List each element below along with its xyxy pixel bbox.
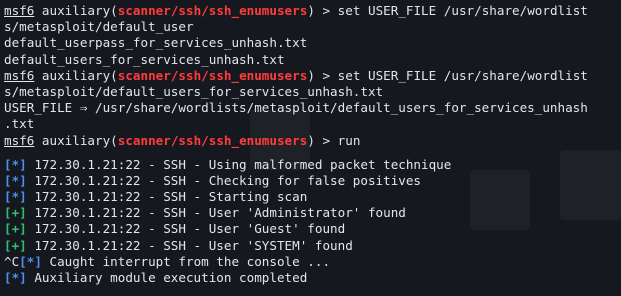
command-line: msf6 auxiliary(scanner/ssh/ssh_enumusers… [4, 3, 621, 19]
command-text: run [337, 132, 361, 148]
prompt-prefix: msf6 [4, 132, 35, 148]
success-tag: [+] [4, 221, 27, 237]
prompt-open: auxiliary( [34, 3, 118, 18]
info-tag: [*] [4, 156, 27, 172]
command-line: msf6 auxiliary(scanner/ssh/ssh_enumusers… [4, 133, 621, 149]
info-tag: [*] [19, 253, 42, 269]
prompt-close: ) > [307, 132, 338, 148]
prompt-close: ) > [307, 3, 338, 18]
info-tag: [*] [4, 270, 27, 285]
success-tag: [+] [4, 237, 27, 253]
log-line: [*] 172.30.1.21:22 - SSH - Using malform… [4, 157, 621, 173]
prompt-module: scanner/ssh/ssh_enumusers [117, 3, 308, 18]
output-line: default_users_for_services_unhash.txt [4, 51, 285, 67]
log-text: 172.30.1.21:22 - SSH - Starting scan [26, 189, 308, 205]
command-text: set USER_FILE /usr/share/wordlist [337, 67, 588, 83]
log-line: [*] 172.30.1.21:22 - SSH - Starting scan [4, 189, 621, 205]
prompt-module: scanner/ssh/ssh_enumusers [117, 132, 308, 148]
command-line: msf6 auxiliary(scanner/ssh/ssh_enumusers… [4, 68, 621, 84]
log-text: 172.30.1.21:22 - SSH - User 'Administrat… [26, 205, 406, 221]
prompt-open: auxiliary( [34, 132, 118, 148]
info-tag: [*] [4, 172, 27, 188]
set-result-line: USER_FILE ⇒ /usr/share/wordlists/metaspl… [4, 100, 588, 116]
prompt-module: scanner/ssh/ssh_enumusers [117, 67, 308, 83]
log-line: [*] 172.30.1.21:22 - SSH - Checking for … [4, 173, 621, 189]
log-text: 172.30.1.21:22 - SSH - Checking for fals… [26, 172, 422, 188]
log-text: 172.30.1.21:22 - SSH - User 'Guest' foun… [26, 221, 346, 237]
log-line: [*] Auxiliary module execution completed [4, 270, 621, 286]
output-line: default_userpass_for_services_unhash.txt [4, 35, 308, 51]
log-line: ^C[*] Caught interrupt from the console … [4, 254, 621, 270]
set-result-continuation: .txt [4, 116, 35, 132]
log-line: [+] 172.30.1.21:22 - SSH - User 'Adminis… [4, 205, 621, 221]
prompt-prefix: msf6 [4, 67, 35, 83]
prompt-close: ) > [307, 67, 338, 83]
log-text: Auxiliary module execution completed [26, 270, 308, 285]
log-prefix: ^C [4, 253, 20, 269]
info-tag: [*] [4, 189, 27, 205]
log-text: 172.30.1.21:22 - SSH - Using malformed p… [26, 156, 452, 172]
log-line: [+] 172.30.1.21:22 - SSH - User 'Guest' … [4, 221, 621, 237]
prompt-open: auxiliary( [34, 67, 118, 83]
prompt-prefix: msf6 [4, 3, 35, 18]
command-continuation: s/metasploit/default_user [4, 19, 194, 35]
success-tag: [+] [4, 205, 27, 221]
command-text: set USER_FILE /usr/share/wordlist [337, 3, 588, 18]
command-continuation: s/metasploit/default_users_for_services_… [4, 83, 384, 99]
log-text: Caught interrupt from the console ... [41, 253, 331, 269]
log-line: [+] 172.30.1.21:22 - SSH - User 'SYSTEM'… [4, 238, 621, 254]
terminal-window[interactable]: msf6 auxiliary(scanner/ssh/ssh_enumusers… [0, 0, 621, 296]
log-text: 172.30.1.21:22 - SSH - User 'SYSTEM' fou… [26, 237, 353, 253]
